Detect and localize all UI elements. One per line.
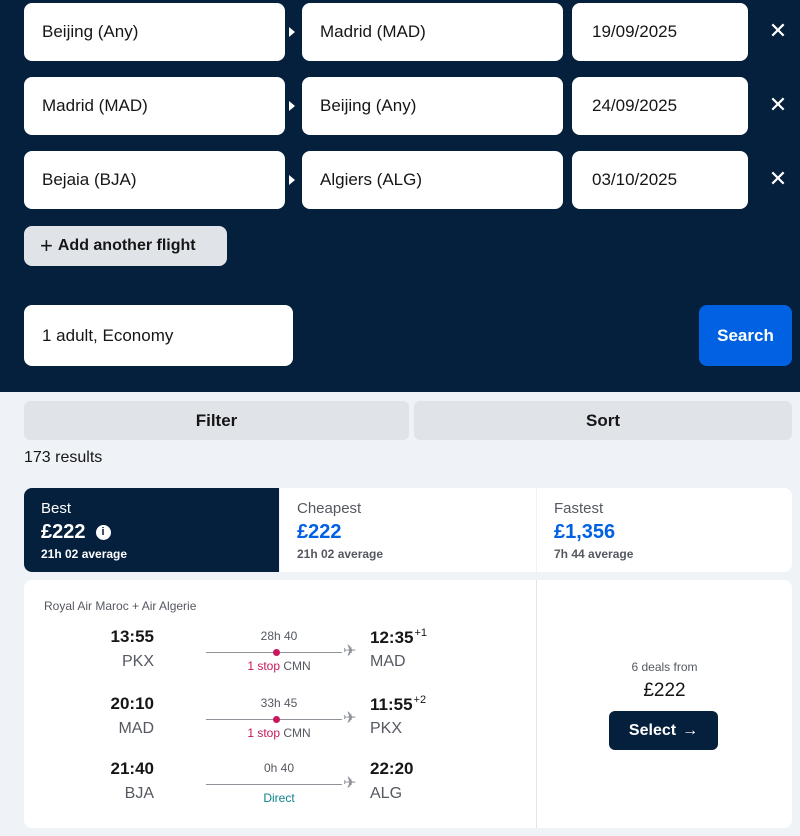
departure-time: 20:10 — [110, 694, 154, 713]
plus-icon: + — [40, 233, 53, 258]
tab-title: Best — [41, 500, 72, 517]
travellers-cabin-field[interactable]: 1 adult, Economy — [24, 305, 293, 366]
tab-price: £222 — [41, 521, 86, 543]
arrow-right-icon — [289, 27, 295, 37]
origin-value: Madrid (MAD) — [42, 96, 148, 115]
day-offset: +2 — [413, 694, 427, 706]
tab-price: £1,356 — [554, 521, 616, 543]
date-field[interactable]: 24/09/2025 — [572, 77, 748, 135]
arrival-time: 11:55 — [370, 695, 413, 714]
origin-field[interactable]: Beijing (Any) — [24, 3, 285, 61]
add-flight-button[interactable]: + Add another flight — [24, 226, 227, 266]
departure-airport: BJA — [124, 785, 154, 802]
add-flight-label: Add another flight — [57, 237, 196, 254]
flight-duration: 0h 40 — [263, 761, 295, 775]
flight-duration: 28h 40 — [260, 629, 298, 643]
tab-price: £222 — [297, 521, 342, 543]
timeline — [206, 649, 342, 656]
results-count: 173 results — [24, 449, 103, 466]
day-offset: +1 — [414, 627, 428, 639]
direct-label: Direct — [263, 791, 295, 805]
arrival-time-row: 12:35+1 — [370, 627, 427, 648]
flight-leg-1: 13:55 PKX 28h 40 ✈ 1 stop CMN 12:35+1 MA… — [24, 627, 536, 683]
arrival-time: 12:35 — [370, 628, 414, 647]
destination-value: Madrid (MAD) — [320, 22, 426, 41]
date-value: 03/10/2025 — [592, 170, 678, 189]
tab-title: Fastest — [554, 500, 604, 517]
arrival-time: 22:20 — [370, 759, 414, 778]
stops-count: 1 stop — [247, 659, 281, 673]
leg-row-3: Bejaia (BJA) Algiers (ALG) 03/10/2025 ✕ — [0, 151, 800, 209]
stop-airport: CMN — [280, 659, 311, 673]
deals-count: 6 deals from — [631, 660, 698, 674]
tab-fastest[interactable]: Fastest £1,356 7h 44 average — [537, 488, 792, 572]
stops-info: 1 stop CMN — [206, 726, 352, 740]
departure-airport: PKX — [121, 653, 154, 670]
destination-value: Algiers (ALG) — [320, 170, 423, 189]
origin-field[interactable]: Bejaia (BJA) — [24, 151, 285, 209]
tab-average-duration: 7h 44 average — [554, 547, 634, 561]
departure-time: 21:40 — [110, 759, 154, 778]
date-field[interactable]: 03/10/2025 — [572, 151, 748, 209]
stops-count: 1 stop — [247, 726, 281, 740]
close-icon[interactable]: ✕ — [764, 17, 792, 45]
timeline — [206, 784, 342, 785]
destination-field[interactable]: Madrid (MAD) — [302, 3, 563, 61]
leg-row-1: Beijing (Any) Madrid (MAD) 19/09/2025 ✕ — [0, 3, 800, 61]
filter-button[interactable]: Filter — [24, 401, 409, 440]
arrival-airport: MAD — [370, 653, 406, 670]
select-button[interactable]: Select → — [609, 711, 718, 750]
destination-field[interactable]: Algiers (ALG) — [302, 151, 563, 209]
tab-best[interactable]: Best £222 i 21h 02 average — [24, 488, 279, 572]
select-label: Select — [628, 721, 677, 739]
departure-time: 13:55 — [110, 627, 154, 646]
tab-title: Cheapest — [297, 500, 362, 517]
arrow-right-icon — [289, 101, 295, 111]
airline-names: Royal Air Maroc + Air Algerie — [44, 599, 197, 613]
search-button[interactable]: Search — [699, 305, 792, 366]
stop-airport: CMN — [280, 726, 311, 740]
origin-value: Bejaia (BJA) — [42, 170, 137, 189]
tab-average-duration: 21h 02 average — [297, 547, 384, 561]
date-field[interactable]: 19/09/2025 — [572, 3, 748, 61]
destination-value: Beijing (Any) — [320, 96, 417, 115]
timeline — [206, 716, 342, 723]
result-card[interactable]: Royal Air Maroc + Air Algerie 13:55 PKX … — [24, 580, 792, 828]
origin-field[interactable]: Madrid (MAD) — [24, 77, 285, 135]
tab-cheapest[interactable]: Cheapest £222 21h 02 average — [280, 488, 536, 572]
date-value: 24/09/2025 — [592, 96, 678, 115]
sort-button[interactable]: Sort — [414, 401, 792, 440]
tab-average-duration: 21h 02 average — [41, 547, 128, 561]
flight-leg-3: 21:40 BJA 0h 40 ✈ Direct 22:20 ALG — [24, 759, 536, 815]
departure-airport: MAD — [118, 720, 154, 737]
arrow-right-icon: → — [682, 721, 699, 739]
card-divider — [536, 580, 537, 828]
origin-value: Beijing (Any) — [42, 22, 139, 41]
destination-field[interactable]: Beijing (Any) — [302, 77, 563, 135]
arrival-airport: ALG — [370, 785, 403, 802]
stops-info: 1 stop CMN — [206, 659, 352, 673]
info-icon[interactable]: i — [95, 525, 111, 540]
arrow-right-icon — [289, 175, 295, 185]
tab-price-row: £222 i — [41, 521, 279, 544]
arrival-time-row: 11:55+2 — [370, 694, 426, 715]
deal-price: £222 — [643, 680, 686, 701]
date-value: 19/09/2025 — [592, 22, 678, 41]
search-panel: Beijing (Any) Madrid (MAD) 19/09/2025 ✕ … — [0, 0, 800, 392]
flight-duration: 33h 45 — [260, 696, 298, 710]
travellers-value: 1 adult, Economy — [42, 325, 174, 345]
flight-leg-2: 20:10 MAD 33h 45 ✈ 1 stop CMN 11:55+2 PK… — [24, 694, 536, 750]
stop-dot — [273, 716, 280, 723]
arrival-airport: PKX — [370, 720, 403, 737]
leg-row-2: Madrid (MAD) Beijing (Any) 24/09/2025 ✕ — [0, 77, 800, 135]
close-icon[interactable]: ✕ — [764, 165, 792, 193]
close-icon[interactable]: ✕ — [764, 91, 792, 119]
stop-dot — [273, 649, 280, 656]
